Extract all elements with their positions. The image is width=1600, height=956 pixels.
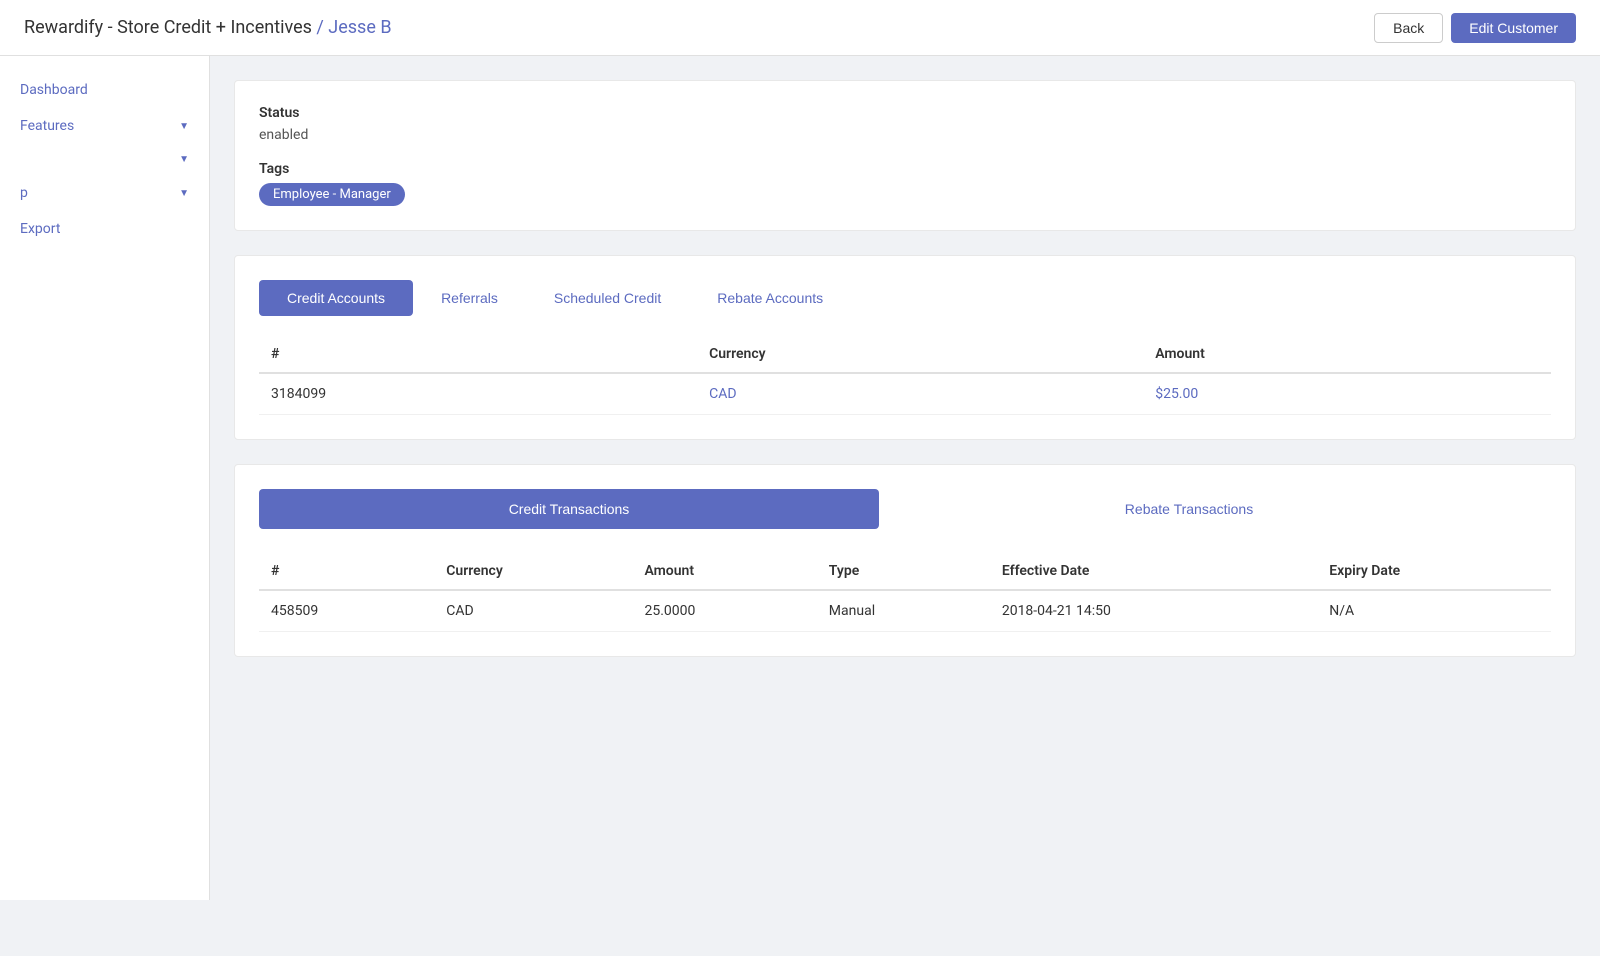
row-effective-date: 2018-04-21 14:50 [990,590,1317,632]
tags-label: Tags [259,161,1551,177]
sidebar-item-dashboard[interactable]: Dashboard [0,72,209,108]
col-header-id: # [259,553,434,590]
sidebar-item-p[interactable]: p ▼ [0,175,209,211]
customer-name: Jesse B [328,17,391,38]
chevron-down-icon: ▼ [179,154,189,165]
row-amount[interactable]: $25.00 [1143,373,1551,415]
status-value: enabled [259,127,1551,143]
col-header-amount: Amount [632,553,816,590]
tab-referrals[interactable]: Referrals [413,280,526,316]
sidebar-item-label: p [20,185,28,201]
sidebar-item-label: Export [20,221,60,237]
chevron-down-icon: ▼ [179,188,189,199]
table-row: 458509 CAD 25.0000 Manual 2018-04-21 14:… [259,590,1551,632]
status-label: Status [259,105,1551,121]
back-button[interactable]: Back [1374,13,1443,43]
credit-accounts-tab-bar: Credit Accounts Referrals Scheduled Cred… [259,280,1551,316]
row-amount: 25.0000 [632,590,816,632]
col-header-id: # [259,336,697,373]
tab-rebate-accounts[interactable]: Rebate Accounts [689,280,851,316]
tag-badge: Employee - Manager [259,183,405,206]
sidebar-item-item3[interactable]: ▼ [0,144,209,175]
edit-customer-button[interactable]: Edit Customer [1451,13,1576,43]
tab-scheduled-credit[interactable]: Scheduled Credit [526,280,689,316]
credit-transactions-table: # Currency Amount Type Effective Date Ex… [259,553,1551,632]
row-expiry-date: N/A [1317,590,1551,632]
sidebar-item-features[interactable]: Features ▼ [0,108,209,144]
row-id: 458509 [259,590,434,632]
tab-credit-transactions[interactable]: Credit Transactions [259,489,879,529]
col-header-currency: Currency [434,553,632,590]
row-id: 3184099 [259,373,697,415]
app-name: Rewardify - Store Credit + Incentives [24,17,312,38]
row-currency: CAD [434,590,632,632]
credit-accounts-table: # Currency Amount 3184099 CAD $25.00 [259,336,1551,415]
header-buttons: Back Edit Customer [1374,13,1576,43]
sidebar-item-export[interactable]: Export [0,211,209,247]
row-currency[interactable]: CAD [697,373,1143,415]
customer-name-separator: / [312,17,328,38]
col-header-effective-date: Effective Date [990,553,1317,590]
col-header-currency: Currency [697,336,1143,373]
credit-transactions-tab-bar: Credit Transactions Rebate Transactions [259,489,1551,529]
page-title: Rewardify - Store Credit + Incentives / … [24,17,392,38]
main-layout: Dashboard Features ▼ ▼ p ▼ Export Status… [0,56,1600,900]
credit-transactions-card: Credit Transactions Rebate Transactions … [234,464,1576,657]
tab-credit-accounts[interactable]: Credit Accounts [259,280,413,316]
col-header-type: Type [817,553,990,590]
sidebar-item-label: Dashboard [20,82,88,98]
tags-container: Employee - Manager [259,183,1551,206]
sidebar-item-label: Features [20,118,74,134]
row-type: Manual [817,590,990,632]
col-header-expiry-date: Expiry Date [1317,553,1551,590]
credit-accounts-card: Credit Accounts Referrals Scheduled Cred… [234,255,1576,440]
col-header-amount: Amount [1143,336,1551,373]
chevron-down-icon: ▼ [179,121,189,132]
tab-rebate-transactions[interactable]: Rebate Transactions [879,489,1499,529]
sidebar: Dashboard Features ▼ ▼ p ▼ Export [0,56,210,900]
customer-info-card: Status enabled Tags Employee - Manager [234,80,1576,231]
main-content: Status enabled Tags Employee - Manager C… [210,56,1600,900]
top-header: Rewardify - Store Credit + Incentives / … [0,0,1600,56]
table-row: 3184099 CAD $25.00 [259,373,1551,415]
